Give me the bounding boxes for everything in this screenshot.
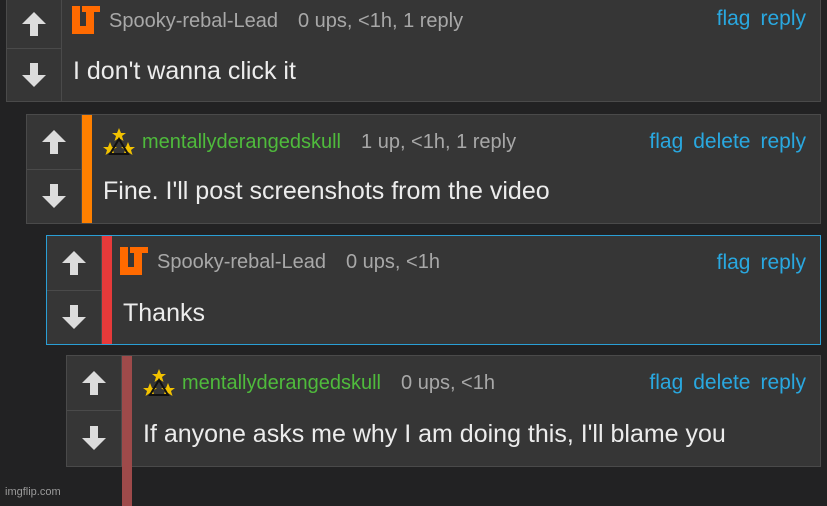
avatar[interactable] [69, 4, 103, 38]
skull-stars-icon [143, 369, 175, 396]
comment-1: mentallyderangedskull 1 up, <1h, 1 reply… [26, 114, 821, 224]
avatar[interactable] [102, 125, 136, 159]
downvote-button[interactable] [67, 410, 121, 466]
arrow-up-icon [62, 251, 86, 275]
downvote-button[interactable] [27, 169, 81, 223]
avatar[interactable] [142, 366, 176, 400]
thread-accent-bar [122, 356, 132, 506]
vote-column [67, 356, 122, 466]
username[interactable]: Spooky-rebal-Lead [109, 10, 278, 33]
arrow-down-icon [62, 305, 86, 329]
arrow-up-icon [42, 130, 66, 154]
pumpkin-logo-icon [120, 247, 148, 275]
flag-link[interactable]: flag [717, 251, 751, 275]
comment-text: If anyone asks me why I am doing this, I… [143, 420, 726, 448]
flag-link[interactable]: flag [649, 130, 683, 154]
arrow-up-icon [22, 11, 46, 36]
skull-stars-icon [103, 128, 135, 155]
arrow-down-icon [82, 426, 106, 450]
vote-column [47, 236, 102, 344]
arrow-up-icon [82, 371, 106, 395]
reply-link[interactable]: reply [760, 7, 806, 31]
reply-link[interactable]: reply [760, 371, 806, 395]
comment-actions: flag reply [707, 248, 806, 278]
reply-link[interactable]: reply [760, 251, 806, 275]
comment-actions: flag delete reply [639, 368, 806, 398]
comment-text: Fine. I'll post screenshots from the vid… [103, 177, 550, 205]
comment-3: mentallyderangedskull 0 ups, <1h flag de… [66, 355, 821, 506]
downvote-button[interactable] [47, 290, 101, 344]
comment-meta: 0 ups, <1h, 1 reply [298, 9, 464, 32]
flag-link[interactable]: flag [717, 7, 751, 31]
delete-link[interactable]: delete [693, 371, 750, 395]
flag-link[interactable]: flag [649, 371, 683, 395]
comment-actions: flag reply [707, 4, 806, 34]
watermark: imgflip.com [5, 486, 61, 498]
username[interactable]: Spooky-rebal-Lead [157, 251, 326, 274]
arrow-down-icon [22, 62, 46, 87]
comment-meta: 0 ups, <1h [346, 250, 440, 273]
avatar[interactable] [117, 245, 151, 279]
upvote-button[interactable] [27, 115, 81, 170]
downvote-button[interactable] [7, 48, 61, 101]
thread-accent-bar [82, 115, 92, 223]
reply-link[interactable]: reply [760, 130, 806, 154]
comment-text: Thanks [123, 299, 205, 327]
username[interactable]: mentallyderangedskull [142, 131, 341, 154]
vote-column [7, 0, 62, 101]
pumpkin-logo-icon [72, 6, 100, 34]
comment-text: I don't wanna click it [73, 57, 296, 85]
thread-accent-bar [102, 236, 112, 344]
upvote-button[interactable] [7, 0, 61, 49]
delete-link[interactable]: delete [693, 130, 750, 154]
upvote-button[interactable] [67, 356, 121, 411]
comment-actions: flag delete reply [639, 127, 806, 157]
vote-column [27, 115, 82, 223]
comment-meta: 1 up, <1h, 1 reply [361, 130, 517, 153]
upvote-button[interactable] [47, 236, 101, 291]
username[interactable]: mentallyderangedskull [182, 372, 381, 395]
comment-meta: 0 ups, <1h [401, 371, 495, 394]
comment-0: Spooky-rebal-Lead 0 ups, <1h, 1 reply fl… [6, 0, 821, 102]
arrow-down-icon [42, 184, 66, 208]
comment-2: Spooky-rebal-Lead 0 ups, <1h flag reply … [46, 235, 821, 345]
